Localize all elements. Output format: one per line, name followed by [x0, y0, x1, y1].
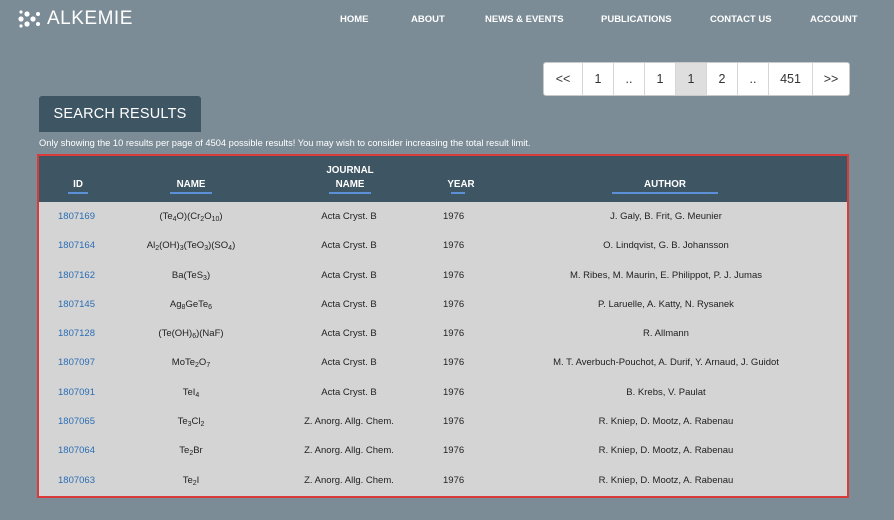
- table-row[interactable]: 1807128 (Te(OH)6)(NaF) Acta Cryst. B 1976 R.…: [39, 319, 847, 348]
- cell-id-link[interactable]: 1807169: [58, 202, 95, 231]
- cell-name: Ba(TeS3): [171, 269, 211, 282]
- column-header-id[interactable]: ID: [67, 178, 89, 194]
- cell-name: Te2Br: [179, 445, 203, 458]
- pagination: << 1 .. 1 1 2 .. 451 >>: [543, 62, 850, 96]
- cell-name: Te2I: [182, 474, 200, 487]
- page-first-button[interactable]: <<: [544, 63, 583, 95]
- cell-id-link[interactable]: 1807065: [58, 407, 95, 436]
- cell-journal: Acta Cryst. B: [321, 298, 377, 310]
- column-header-author[interactable]: AUTHOR: [611, 178, 719, 194]
- cell-id-link[interactable]: 1807162: [58, 261, 95, 290]
- search-results-tab: SEARCH RESULTS: [39, 96, 201, 132]
- page-current-button[interactable]: 1: [676, 63, 707, 95]
- table-row[interactable]: 1807063 Te2I Z. Anorg. Allg. Chem. 1976 R. K…: [39, 466, 847, 495]
- cell-year: 1976: [443, 416, 465, 428]
- page-ellipsis: ..: [738, 63, 769, 95]
- table-row[interactable]: 1807169 (Te4O)(Cr2O10) Acta Cryst. B 1976 J.…: [39, 202, 847, 231]
- cell-author: J. Galy, B. Frit, G. Meunier: [610, 211, 722, 222]
- table-row[interactable]: 1807064 Te2Br Z. Anorg. Allg. Chem. 1976 R. …: [39, 436, 847, 465]
- top-header: ALKEMIE HOME ABOUT NEWS & EVENTS PUBLICA…: [0, 0, 894, 40]
- cell-name: (Te4O)(Cr2O10): [159, 211, 223, 223]
- cell-name: Ag8GeTe6: [169, 298, 213, 311]
- page-button[interactable]: 2: [707, 63, 738, 95]
- nav-home[interactable]: HOME: [340, 14, 369, 25]
- table-row[interactable]: 1807162 Ba(TeS3) Acta Cryst. B 1976 M. Ribes…: [39, 261, 847, 290]
- page-ellipsis: ..: [614, 63, 645, 95]
- cell-year: 1976: [443, 298, 465, 310]
- page-button[interactable]: 1: [583, 63, 614, 95]
- cell-name: Al2(OH)3(TeO3)(SO4): [146, 240, 236, 253]
- cell-author: R. Kniep, D. Mootz, A. Rabenau: [598, 474, 734, 486]
- cell-journal: Z. Anorg. Allg. Chem.: [304, 445, 394, 457]
- cell-name: MoTe2O7: [171, 357, 211, 370]
- cell-year: 1976: [443, 474, 465, 486]
- cell-id-link[interactable]: 1807063: [58, 466, 95, 495]
- cell-journal: Acta Cryst. B: [321, 357, 377, 369]
- table-row[interactable]: 1807097 MoTe2O7 Acta Cryst. B 1976 M. T. Ave…: [39, 348, 847, 377]
- column-header-year[interactable]: YEAR: [443, 178, 479, 194]
- cell-author: R. Kniep, D. Mootz, A. Rabenau: [598, 416, 734, 428]
- cell-id-link[interactable]: 1807064: [58, 436, 95, 465]
- cell-year: 1976: [443, 357, 465, 369]
- cell-author: M. T. Averbuch-Pouchot, A. Durif, Y. Arn…: [553, 357, 779, 369]
- main-nav: HOME ABOUT NEWS & EVENTS PUBLICATIONS CO…: [0, 14, 894, 28]
- cell-journal: Acta Cryst. B: [321, 211, 377, 222]
- cell-journal: Acta Cryst. B: [321, 328, 377, 340]
- cell-journal: Z. Anorg. Allg. Chem.: [304, 416, 394, 428]
- cell-id-link[interactable]: 1807091: [58, 378, 95, 407]
- cell-year: 1976: [443, 328, 465, 340]
- table-body: 1807169 (Te4O)(Cr2O10) Acta Cryst. B 1976 J.…: [39, 202, 847, 495]
- cell-name: Te3Cl2: [177, 416, 205, 429]
- cell-id-link[interactable]: 1807097: [58, 348, 95, 377]
- table-row[interactable]: 1807091 TeI4 Acta Cryst. B 1976 B. Krebs, V.…: [39, 378, 847, 407]
- cell-journal: Acta Cryst. B: [321, 269, 377, 281]
- cell-journal: Z. Anorg. Allg. Chem.: [304, 474, 394, 486]
- cell-name: (Te(OH)6)(NaF): [158, 328, 224, 341]
- cell-year: 1976: [443, 386, 465, 398]
- table-row[interactable]: 1807065 Te3Cl2 Z. Anorg. Allg. Chem. 1976 R.…: [39, 407, 847, 436]
- cell-name: TeI4: [182, 386, 200, 399]
- column-header-name[interactable]: NAME: [169, 178, 213, 194]
- cell-journal: Acta Cryst. B: [321, 386, 377, 398]
- cell-id-link[interactable]: 1807145: [58, 290, 95, 319]
- cell-id-link[interactable]: 1807164: [58, 231, 95, 260]
- cell-author: M. Ribes, M. Maurin, E. Philippot, P. J.…: [569, 269, 762, 281]
- nav-about[interactable]: ABOUT: [411, 14, 445, 25]
- column-header-journal-name[interactable]: JOURNAL NAME: [320, 164, 380, 194]
- nav-news-events[interactable]: NEWS & EVENTS: [485, 14, 564, 25]
- cell-author: R. Kniep, D. Mootz, A. Rabenau: [598, 445, 734, 457]
- cell-year: 1976: [443, 211, 465, 222]
- cell-author: R. Allmann: [643, 328, 689, 340]
- cell-author: B. Krebs, V. Paulat: [626, 386, 706, 398]
- table-row[interactable]: 1807145 Ag8GeTe6 Acta Cryst. B 1976 P. Larue…: [39, 290, 847, 319]
- cell-id-link[interactable]: 1807128: [58, 319, 95, 348]
- nav-account[interactable]: ACCOUNT: [810, 14, 858, 25]
- cell-year: 1976: [443, 269, 465, 281]
- page-last-button[interactable]: >>: [813, 63, 849, 95]
- results-table: ID NAME JOURNAL NAME YEAR AUTHOR 1807169…: [37, 154, 849, 498]
- nav-publications[interactable]: PUBLICATIONS: [601, 14, 672, 25]
- cell-year: 1976: [443, 240, 465, 252]
- results-notice: Only showing the 10 results per page of …: [39, 138, 531, 148]
- cell-year: 1976: [443, 445, 465, 457]
- cell-journal: Acta Cryst. B: [321, 240, 377, 252]
- page-last-number-button[interactable]: 451: [769, 63, 813, 95]
- nav-contact-us[interactable]: CONTACT US: [710, 14, 772, 25]
- page-button[interactable]: 1: [645, 63, 676, 95]
- table-row[interactable]: 1807164 Al2(OH)3(TeO3)(SO4) Acta Cryst. B 1…: [39, 231, 847, 260]
- table-header: ID NAME JOURNAL NAME YEAR AUTHOR: [39, 156, 847, 202]
- cell-author: O. Lindqvist, G. B. Johansson: [603, 240, 729, 252]
- cell-author: P. Laruelle, A. Katty, N. Rysanek: [598, 298, 734, 310]
